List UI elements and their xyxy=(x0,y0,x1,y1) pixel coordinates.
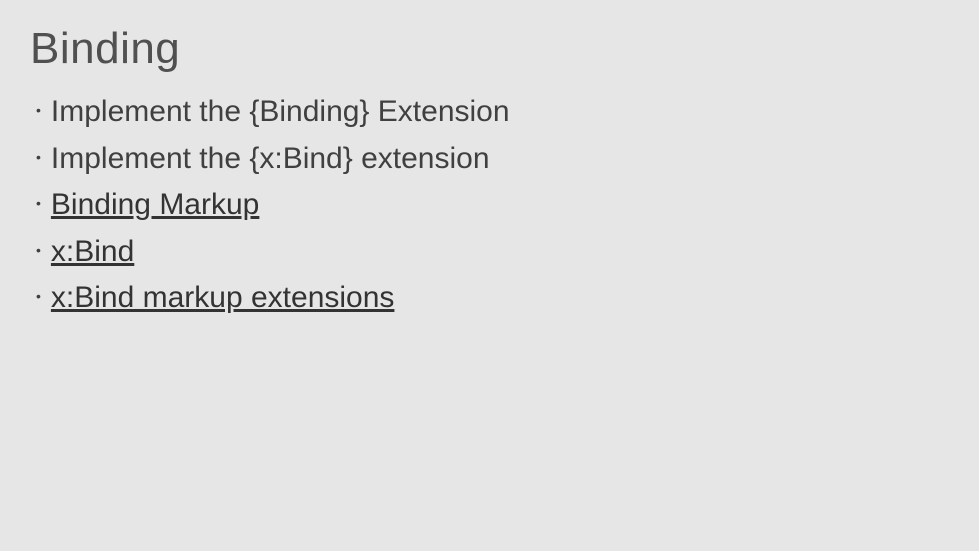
xbind-markup-extensions-link[interactable]: x:Bind markup extensions xyxy=(51,278,395,319)
list-item-text: Implement the {x:Bind} extension xyxy=(51,139,490,180)
page-title: Binding xyxy=(30,24,949,74)
list-item: • Implement the {x:Bind} extension xyxy=(36,139,949,180)
list-item-text: Implement the {Binding} Extension xyxy=(51,92,510,133)
list-item: • Implement the {Binding} Extension xyxy=(36,92,949,133)
bullet-icon: • xyxy=(36,148,41,167)
bullet-icon: • xyxy=(36,101,41,120)
bullet-icon: • xyxy=(36,194,41,213)
xbind-link[interactable]: x:Bind xyxy=(51,232,134,273)
bullet-icon: • xyxy=(36,241,41,260)
list-item: • x:Bind markup extensions xyxy=(36,278,949,319)
bullet-list: • Implement the {Binding} Extension • Im… xyxy=(30,92,949,319)
list-item: • Binding Markup xyxy=(36,185,949,226)
binding-markup-link[interactable]: Binding Markup xyxy=(51,185,259,226)
bullet-icon: • xyxy=(36,287,41,306)
list-item: • x:Bind xyxy=(36,232,949,273)
